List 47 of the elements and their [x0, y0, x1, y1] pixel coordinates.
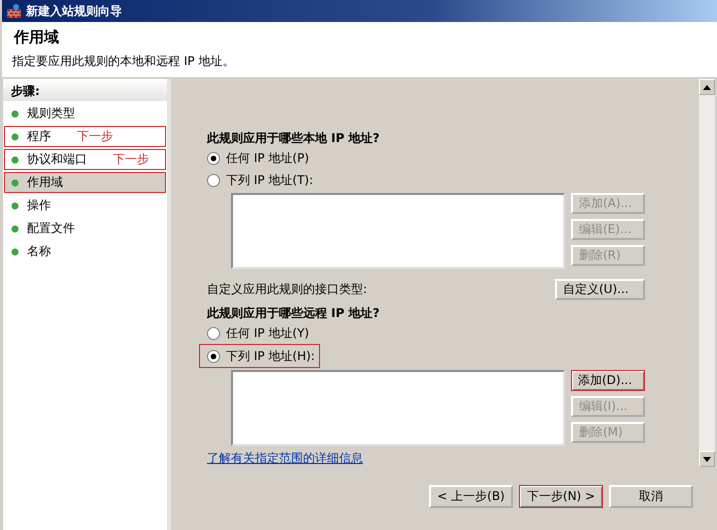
page-title: 作用域 [14, 28, 60, 47]
radio-button[interactable] [207, 350, 220, 362]
radio-label: 任何 IP 地址(Y) [226, 324, 310, 342]
radio-label: 下列 IP 地址(T): [226, 172, 314, 188]
step-item[interactable]: 操作 [4, 195, 166, 216]
step-item[interactable]: 程序 下一步 [4, 126, 166, 147]
radio-label: 任何 IP 地址(P) [226, 150, 310, 166]
annotation-text: 下一步 [113, 151, 149, 168]
address-list[interactable] [231, 193, 565, 269]
wizard-button[interactable]: < 上一步(B) [429, 485, 513, 508]
radio-option[interactable]: 下列 IP 地址(H): [199, 344, 320, 368]
radio-option[interactable]: 任何 IP 地址(Y) [199, 322, 314, 344]
wizard-button[interactable]: 下一步(N) > [519, 485, 603, 508]
wizard-button[interactable]: 取消 [609, 485, 693, 508]
bullet-icon [11, 178, 19, 186]
radio-button[interactable] [207, 174, 220, 186]
step-item[interactable]: 配置文件 [4, 218, 166, 239]
customize-button[interactable]: 自定义(U)... [555, 279, 645, 300]
radio-button[interactable] [207, 152, 220, 164]
bullet-icon [11, 248, 19, 256]
step-item[interactable]: 规则类型 [4, 103, 166, 124]
bullet-icon [11, 110, 19, 118]
bullet-icon [11, 156, 19, 164]
radio-option[interactable]: 任何 IP 地址(P) [199, 147, 314, 169]
radio-label: 下列 IP 地址(H): [226, 348, 315, 364]
list-button[interactable]: 添加(D)... [571, 370, 645, 391]
step-item[interactable]: 作用域 [4, 172, 166, 193]
bullet-icon [11, 132, 19, 140]
window-title: 新建入站规则向导 [26, 2, 122, 20]
step-item[interactable]: 名称 [4, 241, 166, 262]
bullet-icon [11, 224, 19, 232]
firewall-icon [6, 3, 22, 19]
bullet-icon [11, 202, 19, 210]
section-question: 此规则应用于哪些本地 IP 地址? [207, 130, 381, 147]
help-link[interactable]: 了解有关指定范围的详细信息 [207, 450, 363, 467]
scrollbar[interactable] [699, 79, 715, 467]
radio-button[interactable] [207, 326, 220, 340]
up-arrow-icon [703, 84, 711, 90]
annotation-text: 下一步 [77, 128, 113, 145]
interface-label: 自定义应用此规则的接口类型: [207, 281, 368, 298]
step-item[interactable]: 协议和端口 下一步 [4, 149, 166, 170]
steps-heading: 步骤: [3, 79, 167, 101]
down-arrow-icon [703, 456, 711, 462]
section-question: 此规则应用于哪些远程 IP 地址? [207, 305, 381, 322]
address-list[interactable] [231, 370, 565, 446]
page-subtitle: 指定要应用此规则的本地和远程 IP 地址。 [12, 53, 236, 70]
radio-option[interactable]: 下列 IP 地址(T): [199, 169, 318, 191]
